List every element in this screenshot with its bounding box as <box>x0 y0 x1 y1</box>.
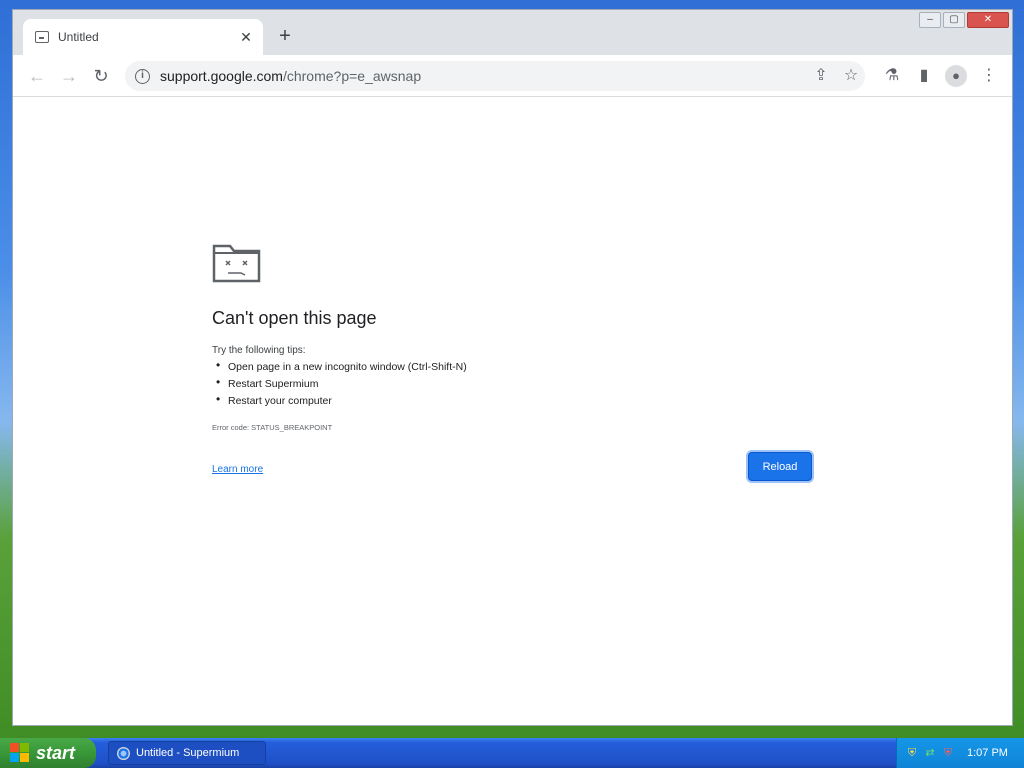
supermium-icon <box>117 746 130 760</box>
tab-strip: Untitled ✕ + – ▢ ✕ <box>13 10 1012 55</box>
tip-item: Restart your computer <box>216 392 467 411</box>
window-controls: – ▢ ✕ <box>919 12 1009 28</box>
start-label: start <box>36 742 76 763</box>
error-heading: Can't open this page <box>212 308 377 328</box>
profile-avatar-icon[interactable]: ● <box>945 65 967 87</box>
side-panel-icon[interactable]: ▮ <box>913 65 935 87</box>
url-text: support.google.com/chrome?p=e_awsnap <box>160 68 421 84</box>
site-info-icon[interactable]: i <box>135 68 150 84</box>
url-path: /chrome?p=e_awsnap <box>282 68 422 84</box>
new-tab-button[interactable]: + <box>275 26 295 46</box>
reload-button[interactable]: Reload <box>748 452 812 481</box>
back-icon[interactable]: ← <box>25 64 49 88</box>
learn-more-link[interactable]: Learn more <box>212 464 263 475</box>
tip-item: Restart Supermium <box>216 375 467 394</box>
taskbar-item-supermium[interactable]: Untitled - Supermium <box>108 741 266 765</box>
windows-logo-icon <box>10 743 30 763</box>
reload-icon[interactable]: ↻ <box>89 64 113 88</box>
toolbar: ← → ↻ i support.google.com/chrome?p=e_aw… <box>13 55 1012 97</box>
tab-untitled[interactable]: Untitled ✕ <box>23 19 263 55</box>
menu-kebab-icon[interactable]: ⋮ <box>978 65 1000 87</box>
bookmark-star-icon[interactable]: ☆ <box>841 66 861 86</box>
error-page: Can't open this page Try the following t… <box>13 98 1012 725</box>
task-label: Untitled - Supermium <box>136 747 240 759</box>
close-window-button[interactable]: ✕ <box>967 12 1009 28</box>
minimize-button[interactable]: – <box>919 12 941 28</box>
security-shield-icon[interactable]: ⛨ <box>905 746 919 760</box>
maximize-button[interactable]: ▢ <box>943 12 965 28</box>
sad-tab-icon <box>35 31 49 43</box>
tip-item: Open page in a new incognito window (Ctr… <box>216 358 467 377</box>
start-button[interactable]: start <box>0 738 96 768</box>
tab-close-icon[interactable]: ✕ <box>237 29 255 46</box>
alert-shield-icon[interactable]: ⛨ <box>941 746 955 760</box>
url-host: support.google.com <box>160 68 283 84</box>
address-bar[interactable]: i support.google.com/chrome?p=e_awsnap ⇪… <box>125 61 865 91</box>
forward-icon[interactable]: → <box>57 64 81 88</box>
tips-list: Open page in a new incognito window (Ctr… <box>216 358 467 411</box>
tips-intro: Try the following tips: <box>212 345 306 356</box>
browser-window: Untitled ✕ + – ▢ ✕ ← → ↻ i support.googl… <box>12 9 1013 726</box>
sad-folder-icon <box>212 244 261 283</box>
system-tray: ⛨ ⇄ ⛨ 1:07 PM <box>896 738 1024 768</box>
tab-title: Untitled <box>58 30 99 44</box>
share-icon[interactable]: ⇪ <box>811 66 831 86</box>
taskbar: start Untitled - Supermium ⛨ ⇄ ⛨ 1:07 PM <box>0 738 1024 768</box>
clock[interactable]: 1:07 PM <box>967 747 1008 759</box>
network-icon[interactable]: ⇄ <box>923 746 937 760</box>
error-code: Error code: STATUS_BREAKPOINT <box>212 423 333 432</box>
labs-flask-icon[interactable]: ⚗ <box>881 65 903 87</box>
